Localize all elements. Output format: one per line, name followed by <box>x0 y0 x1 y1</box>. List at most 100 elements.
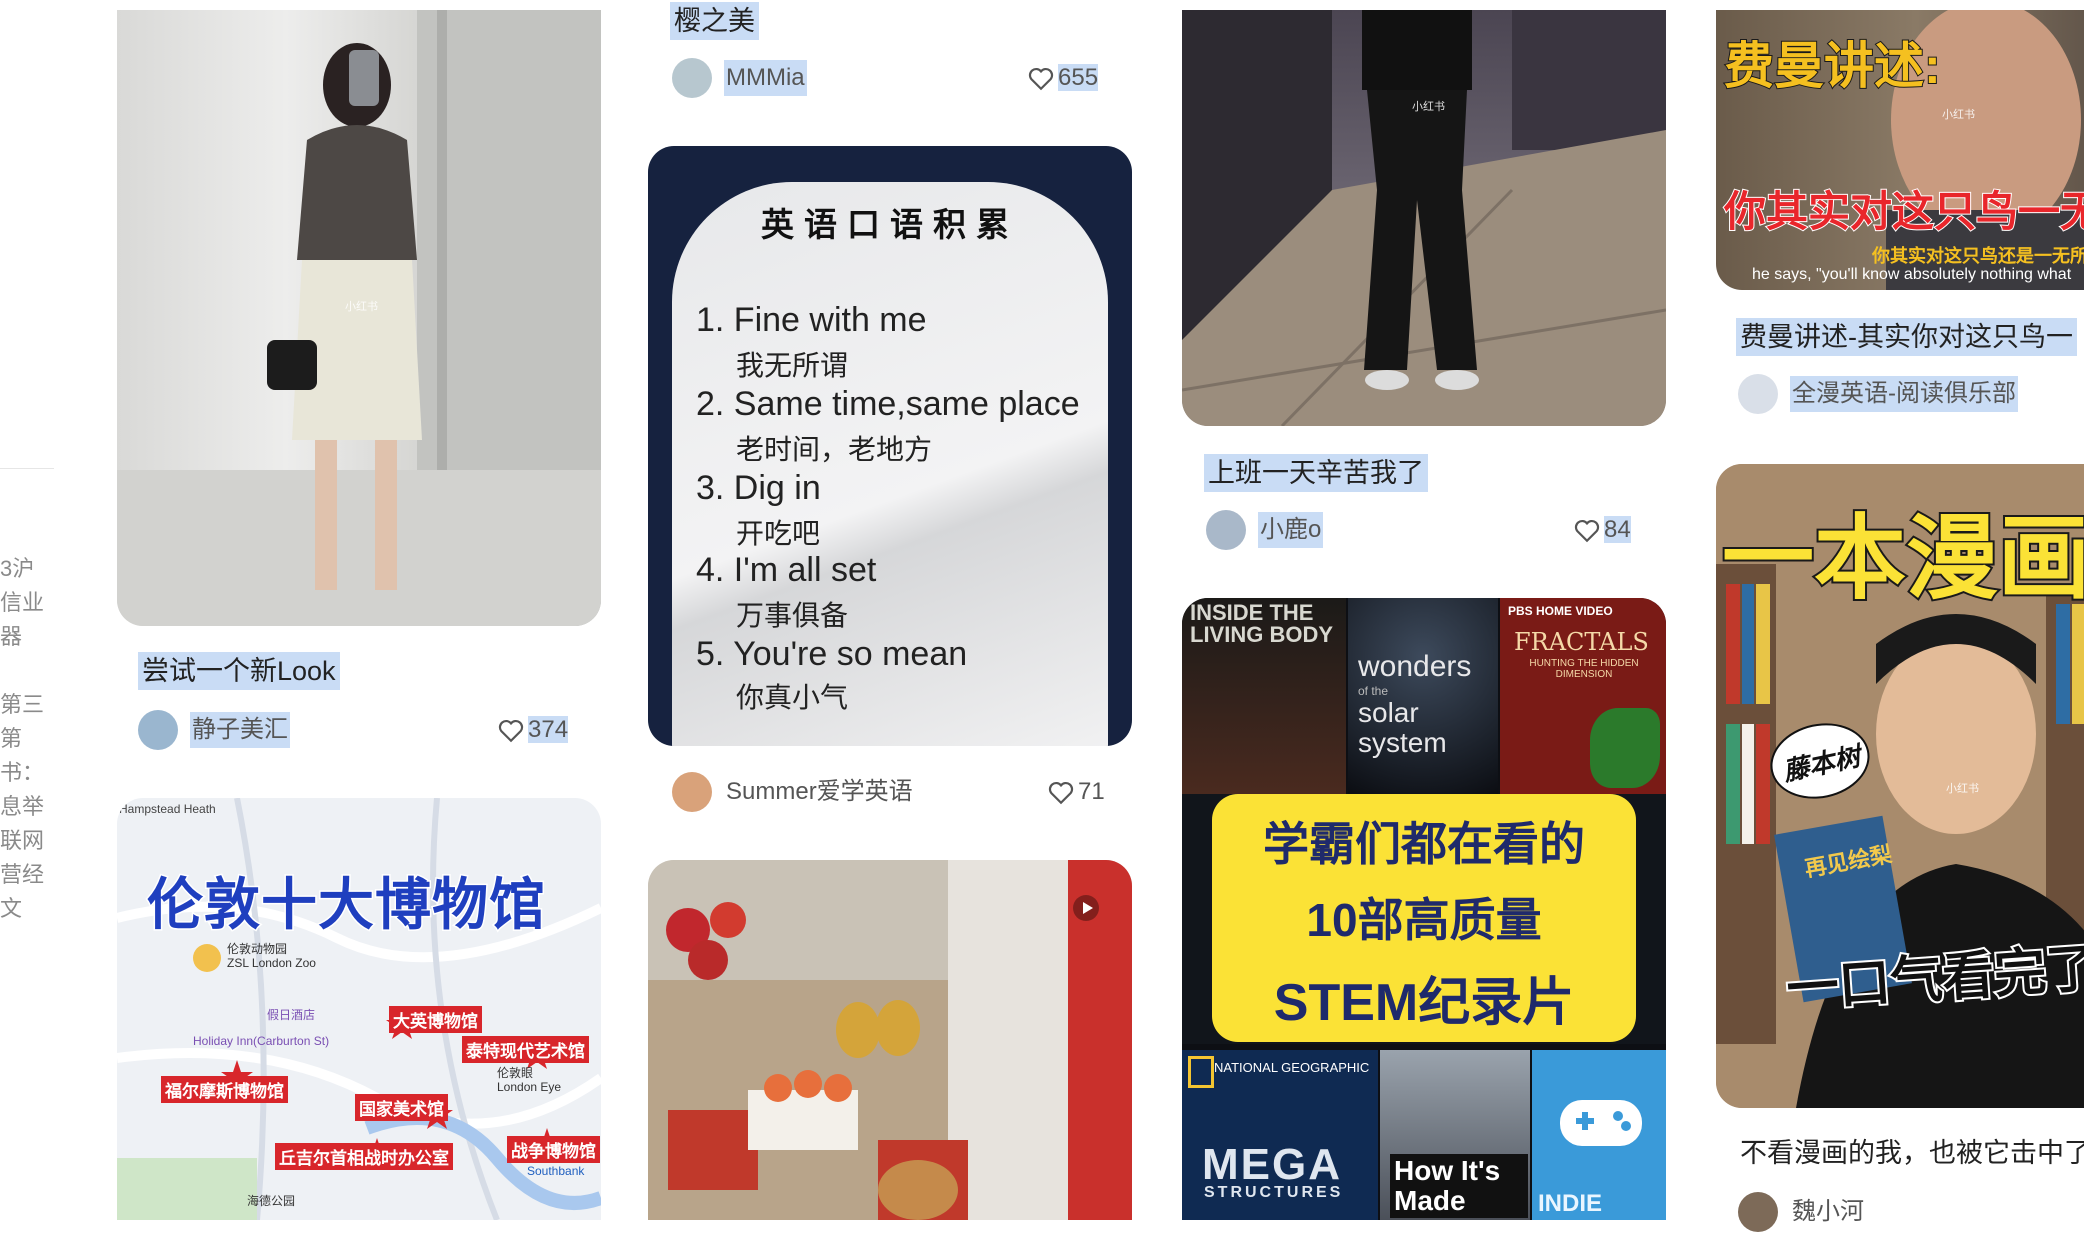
like-count: 71 <box>1078 778 1105 805</box>
map-label: Southbank <box>527 1164 585 1178</box>
heart-icon <box>1048 781 1074 804</box>
note-cover[interactable]: 英语口语积累 1. Fine with me 我无所谓 2. Same time… <box>648 146 1132 746</box>
heart-icon <box>498 719 524 742</box>
banner-line: 学霸们都在看的 <box>1263 818 1585 870</box>
note-cover[interactable] <box>648 860 1132 1220</box>
sidebar-text: 第 <box>0 726 23 751</box>
author-name[interactable]: 静子美汇 <box>190 712 290 748</box>
author-row: MMMia 655 <box>672 58 1116 102</box>
like-count: 374 <box>528 716 569 743</box>
author-row: 静子美汇 374 <box>138 710 578 754</box>
cover-title: 英语口语积累 <box>761 205 1019 244</box>
poster-title: wonders <box>1358 650 1472 683</box>
note-cover[interactable]: INSIDE THE LIVING BODY wonders of the so… <box>1182 598 1666 1220</box>
author-row: 小鹿o 84 <box>1206 510 1650 554</box>
cover-photo <box>1182 10 1666 426</box>
poster-title: MEGA <box>1202 1140 1342 1189</box>
cover-title: 伦敦十大博物馆 <box>146 872 547 938</box>
phrase-en: 4. I'm all set <box>696 551 877 589</box>
note-cover[interactable]: 小红书 <box>117 10 601 626</box>
author-avatar[interactable] <box>1206 510 1246 550</box>
overlay-subtitle-small: 你其实对这只鸟还是一无所 <box>1872 246 2084 266</box>
watermark: 小红书 <box>1412 101 1445 113</box>
sidebar-divider <box>0 468 54 469</box>
banner-line: 10部高质量 <box>1306 894 1542 946</box>
sidebar-text: 书： <box>0 760 45 785</box>
author-avatar[interactable] <box>138 710 178 750</box>
note-title[interactable]: 费曼讲述-其实你对这只鸟一 <box>1736 318 2077 356</box>
poster: How It's Made <box>1380 1050 1530 1220</box>
map-label: 伦敦眼 <box>497 1066 534 1080</box>
author-name[interactable]: 魏小河 <box>1790 1194 1866 1230</box>
museum-label: 国家美术馆 <box>355 1094 448 1121</box>
museum-label: 泰特现代艺术馆 <box>462 1036 589 1063</box>
note-title[interactable]: 上班一天辛苦我了 <box>1204 454 1428 492</box>
sidebar-text: 文 <box>0 896 23 921</box>
map-label: London Eye <box>497 1080 562 1094</box>
note-title[interactable]: 樱之美 <box>670 2 759 40</box>
note-cover[interactable]: Hampstead Heath 伦敦十大博物馆 伦敦动物园 ZSL London… <box>117 798 601 1220</box>
like-button[interactable]: 71 <box>1048 774 1105 810</box>
poster: INSIDE THE LIVING BODY <box>1182 598 1346 794</box>
banner-line: STEM纪录片 <box>1273 974 1575 1032</box>
phrase-cn: 我无所谓 <box>736 349 849 382</box>
author-avatar[interactable] <box>672 58 712 98</box>
author-avatar[interactable] <box>1738 1192 1778 1232</box>
natgeo-logo <box>1188 1056 1214 1088</box>
poster-title: How It's Made <box>1390 1154 1528 1218</box>
map-label: 伦敦动物园 <box>227 942 288 956</box>
author-name[interactable]: Summer爱学英语 <box>724 774 915 810</box>
phrase-en: 1. Fine with me <box>696 301 927 339</box>
phrase-en: 3. Dig in <box>696 469 821 507</box>
museum-label: 丘吉尔首相战时办公室 <box>275 1143 453 1170</box>
phrase-cn: 开吃吧 <box>736 517 821 550</box>
like-button[interactable]: 374 <box>498 712 569 748</box>
map-label: ZSL London Zoo <box>227 956 316 970</box>
video-play-icon <box>1073 895 1099 921</box>
note-cover[interactable]: 一本漫画 藤本树 小红书 再见绘梨 一口气看完了 <box>1716 464 2084 1108</box>
like-button[interactable]: 84 <box>1574 512 1631 548</box>
note-cover[interactable]: 费曼讲述: 小红书 你其实对这只鸟一无 你其实对这只鸟还是一无所 he says… <box>1716 10 2084 290</box>
cover-photo <box>117 10 601 626</box>
author-name[interactable]: 全漫英语-阅读俱乐部 <box>1790 376 2018 412</box>
note-title[interactable]: 尝试一个新Look <box>138 652 340 690</box>
poster: NATIONAL GEOGRAPHIC MEGA STRUCTURES <box>1182 1050 1378 1220</box>
sidebar-text: 联网 <box>0 828 45 853</box>
poster-title: of the <box>1358 684 1389 698</box>
author-avatar[interactable] <box>1738 374 1778 414</box>
author-avatar[interactable] <box>672 772 712 812</box>
author-row: Summer爱学英语 71 <box>672 772 1116 816</box>
note-title[interactable]: 不看漫画的我，也被它击中了 <box>1736 1134 2084 1172</box>
overlay-title: 一本漫画 <box>1720 506 2084 612</box>
watermark: 小红书 <box>1946 783 1979 795</box>
map-label: 假日酒店 <box>267 1008 316 1022</box>
author-row: 全漫英语-阅读俱乐部 <box>1738 374 2084 418</box>
heart-icon <box>1574 519 1600 542</box>
overlay-subtitle: 你其实对这只鸟一无 <box>1723 187 2084 236</box>
sidebar-text: 息举 <box>0 794 45 819</box>
sidebar-text: 3沪 <box>0 556 35 581</box>
sidebar-text: 信业 <box>0 590 45 615</box>
phrase-en: 5. You're so mean <box>696 635 968 673</box>
note-cover[interactable]: 小红书 <box>1182 10 1666 426</box>
sidebar-edge: 3沪 信业 器 第三 第 书： 息举 联网 营经 文 <box>0 0 80 1220</box>
poster-title: STRUCTURES <box>1204 1184 1344 1201</box>
sidebar-text: 器 <box>0 624 23 649</box>
bubble-text: 藤本树 <box>1780 740 1863 787</box>
like-button[interactable]: 655 <box>1028 60 1099 96</box>
like-count: 84 <box>1604 516 1631 543</box>
sidebar-text: 营经 <box>0 862 45 887</box>
author-name[interactable]: MMMia <box>724 60 807 96</box>
sidebar-text: 第三 <box>0 692 45 717</box>
watermark: 小红书 <box>345 301 378 313</box>
poster-title: HUNTING THE HIDDEN DIMENSION <box>1529 658 1639 680</box>
map-label: 海德公园 <box>247 1194 296 1208</box>
poster-art <box>1590 708 1660 788</box>
banner: 学霸们都在看的 10部高质量 STEM纪录片 <box>1212 794 1636 1042</box>
poster-title: FRACTALS <box>1514 628 1649 656</box>
author-name[interactable]: 小鹿o <box>1258 512 1324 548</box>
poster-title: system <box>1358 727 1447 758</box>
museum-label: 战争博物馆 <box>507 1136 600 1163</box>
phrase-cn: 你真小气 <box>736 681 849 714</box>
museum-label: 大英博物馆 <box>389 1006 482 1033</box>
